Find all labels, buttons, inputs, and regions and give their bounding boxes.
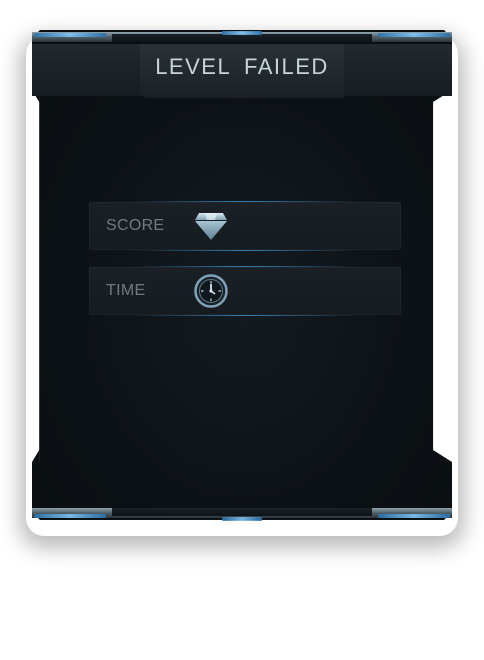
row-glow-top	[129, 266, 361, 267]
frame-bottom-center-accent	[222, 517, 262, 521]
stopwatch-icon	[193, 274, 229, 308]
frame-bottom-notch	[112, 508, 372, 516]
frame-top-left-accent	[34, 33, 106, 37]
frame-top-notch	[112, 34, 372, 42]
game-screen: LEVEL FAILED SCORE TIME	[0, 0, 484, 660]
dialog-title: LEVEL FAILED	[155, 54, 329, 79]
frame-top-right-accent	[378, 33, 450, 37]
frame-top-center-accent	[222, 31, 262, 35]
frame-bottom-right-accent	[378, 514, 450, 518]
score-row: SCORE	[89, 201, 401, 251]
score-label: SCORE	[106, 217, 165, 234]
row-glow-bottom	[129, 250, 361, 251]
time-label: TIME	[106, 282, 146, 299]
diamond-icon	[193, 209, 229, 243]
frame-bottom-left-accent	[34, 514, 106, 518]
row-glow-bottom	[129, 315, 361, 316]
time-row: TIME	[89, 266, 401, 316]
